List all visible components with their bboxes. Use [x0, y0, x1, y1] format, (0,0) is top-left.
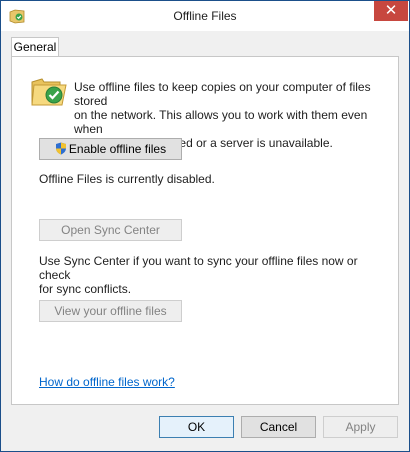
- view-offline-files-button[interactable]: View your offline files: [39, 300, 182, 322]
- help-link[interactable]: How do offline files work?: [39, 375, 175, 389]
- tab-general[interactable]: General: [11, 37, 59, 57]
- folder-sync-icon: [31, 78, 67, 106]
- sync-desc-line: for sync conflicts.: [39, 282, 132, 296]
- cancel-button[interactable]: Cancel: [241, 416, 316, 438]
- close-button[interactable]: ✕: [374, 1, 408, 21]
- title-bar: Offline Files ✕: [1, 1, 409, 31]
- intro-line: on the network. This allows you to work …: [74, 108, 368, 136]
- status-text: Offline Files is currently disabled.: [39, 172, 215, 186]
- enable-offline-files-button[interactable]: Enable offline files: [39, 138, 182, 160]
- enable-button-label: Enable offline files: [68, 142, 167, 156]
- intro-line: Use offline files to keep copies on your…: [74, 80, 371, 108]
- close-icon: ✕: [384, 2, 398, 19]
- apply-button[interactable]: Apply: [323, 416, 398, 438]
- sync-center-description: Use Sync Center if you want to sync your…: [39, 254, 389, 296]
- window-title: Offline Files: [173, 9, 237, 23]
- ok-button[interactable]: OK: [159, 416, 234, 438]
- open-sync-center-button[interactable]: Open Sync Center: [39, 219, 182, 241]
- general-tab-panel: Use offline files to keep copies on your…: [11, 56, 399, 405]
- sync-desc-line: Use Sync Center if you want to sync your…: [39, 254, 358, 282]
- uac-shield-icon: [55, 142, 66, 155]
- offline-files-dialog: Offline Files ✕ General Use offline file…: [0, 0, 410, 452]
